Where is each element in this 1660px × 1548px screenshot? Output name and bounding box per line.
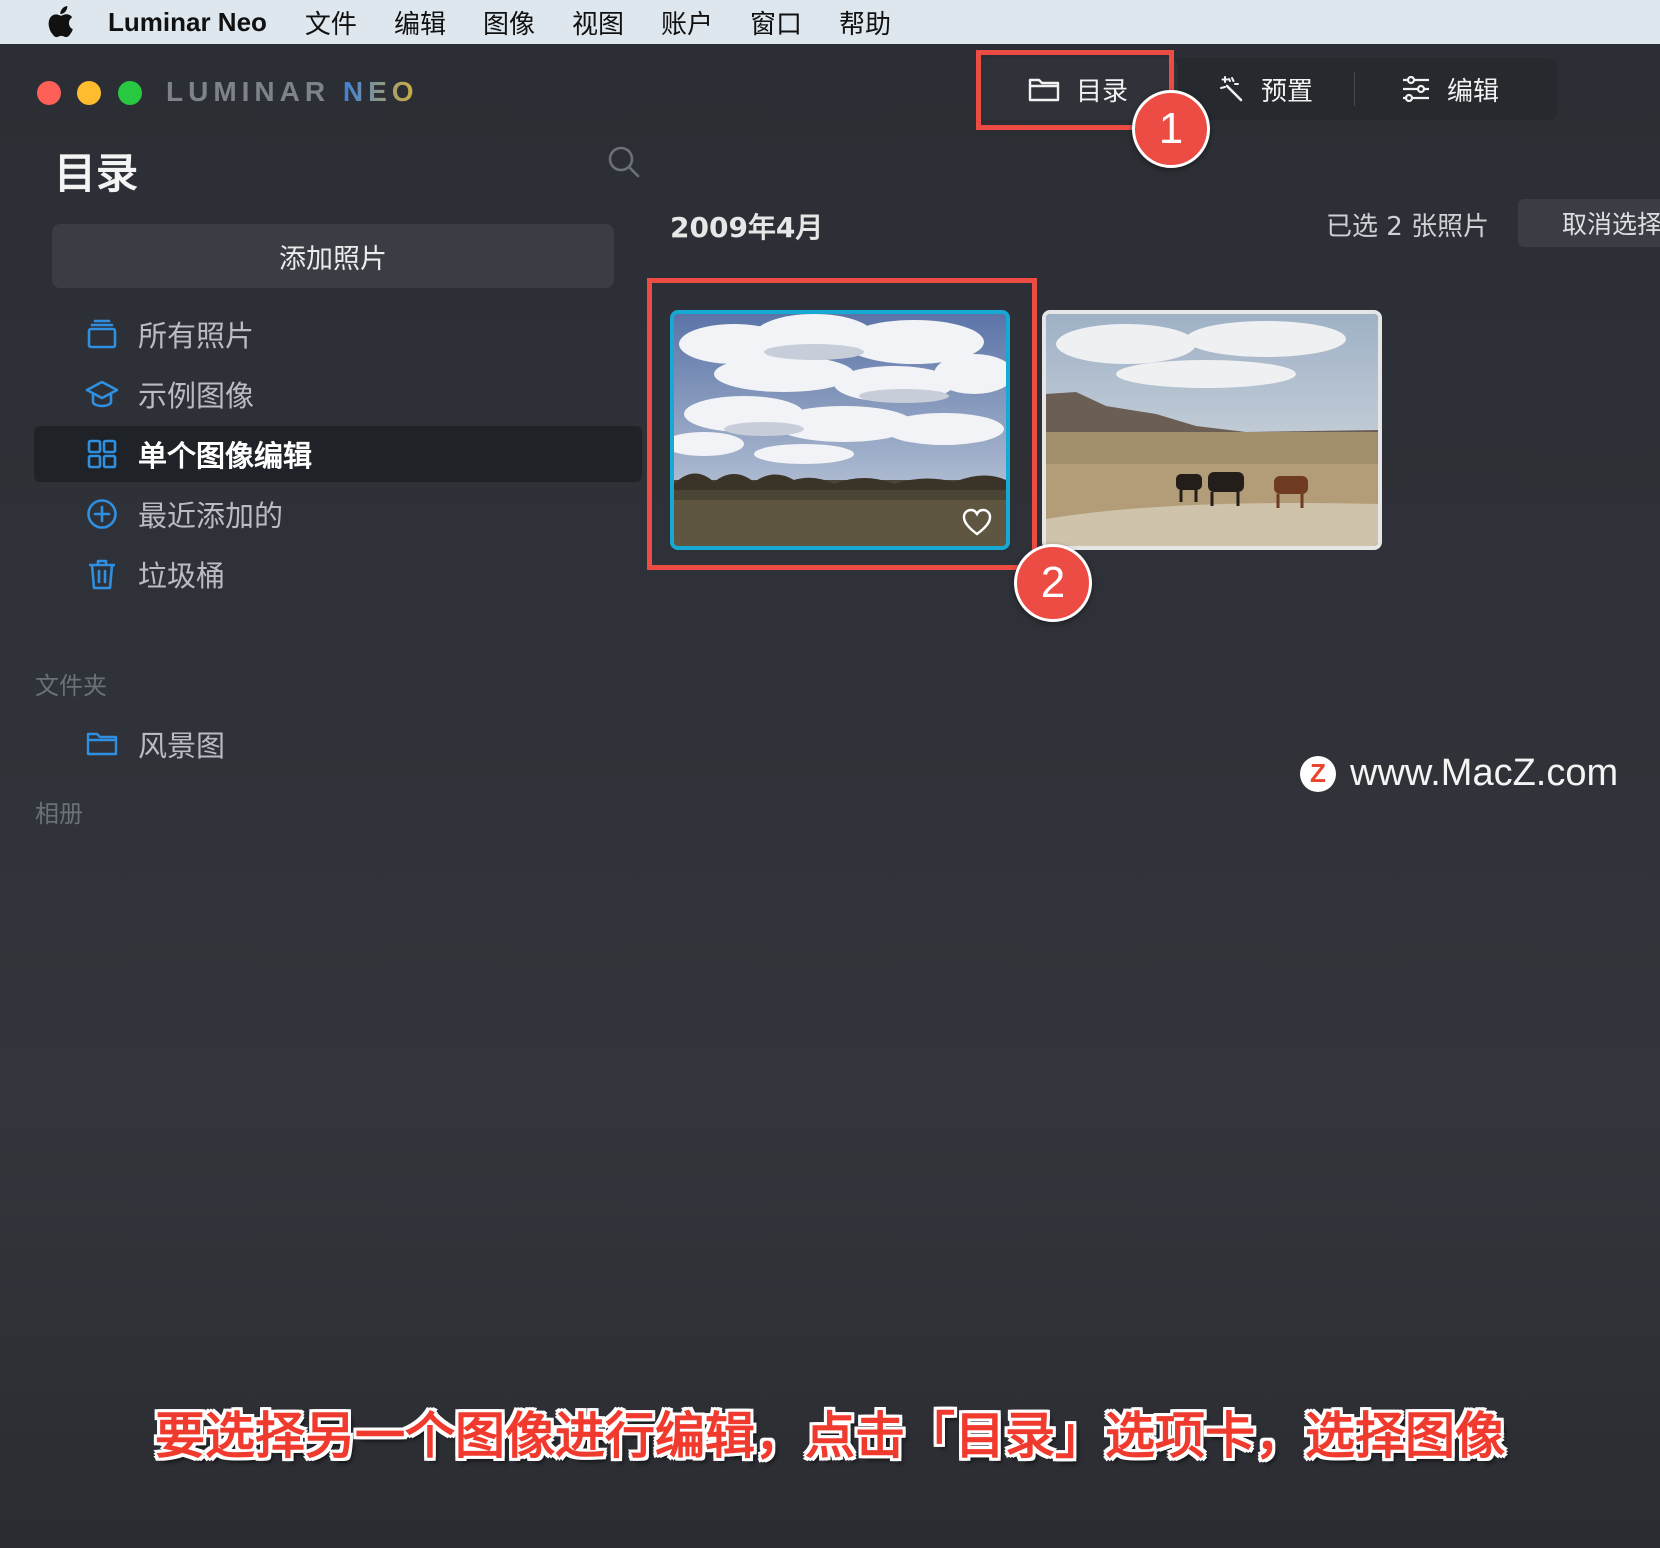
- sidebar-item-label: 最近添加的: [138, 499, 284, 533]
- logo-luminar-text: LUMINAR: [166, 76, 331, 107]
- sidebar-item-label: 示例图像: [138, 379, 255, 413]
- grid-icon: [82, 434, 122, 474]
- selection-count: 已选 2 张照片: [1326, 212, 1490, 242]
- annotation-highlight-photo: [647, 278, 1037, 570]
- photos-stack-icon: [82, 314, 122, 354]
- graduation-cap-icon: [82, 374, 122, 414]
- watermark-text: www.MacZ.com: [1350, 752, 1619, 794]
- tab-presets-label: 预置: [1260, 76, 1313, 107]
- tab-edit[interactable]: 编辑: [1355, 58, 1545, 120]
- menu-edit[interactable]: 编辑: [394, 4, 446, 41]
- sidebar-title: 目录: [54, 149, 139, 198]
- date-group-heading: 2009年4月: [670, 211, 824, 244]
- deselect-button[interactable]: 取消选择: [1518, 199, 1660, 247]
- apple-menu-icon[interactable]: [40, 5, 80, 39]
- menu-account[interactable]: 账户: [661, 4, 713, 41]
- menu-help[interactable]: 帮助: [839, 4, 891, 41]
- sidebar-item-trash[interactable]: 垃圾桶: [34, 546, 642, 602]
- watermark: Z www.MacZ.com: [1300, 752, 1618, 795]
- sliders-icon: [1401, 76, 1431, 102]
- window-minimize-button[interactable]: [77, 81, 101, 105]
- sidebar-item-label: 所有照片: [138, 319, 255, 353]
- app-logo: LUMINAR NEO: [166, 76, 419, 108]
- logo-neo-text: NEO: [342, 76, 419, 107]
- folders-heading: 文件夹: [35, 672, 107, 700]
- window-zoom-button[interactable]: [118, 81, 142, 105]
- desert-cows-photo: [1046, 314, 1378, 546]
- menu-view[interactable]: 视图: [572, 4, 624, 41]
- menu-image[interactable]: 图像: [483, 4, 535, 41]
- search-button[interactable]: [606, 144, 642, 180]
- menu-file[interactable]: 文件: [305, 4, 357, 41]
- window-close-button[interactable]: [37, 81, 61, 105]
- sidebar-item-all-photos[interactable]: 所有照片: [34, 306, 642, 362]
- search-icon: [608, 146, 640, 178]
- sidebar-item-label: 垃圾桶: [138, 559, 226, 593]
- app-name-menu[interactable]: Luminar Neo: [108, 7, 267, 38]
- macos-menu-bar: Luminar Neo 文件 编辑 图像 视图 账户 窗口 帮助: [0, 0, 1660, 44]
- menu-window[interactable]: 窗口: [750, 4, 802, 41]
- folder-icon: [82, 724, 122, 764]
- plus-circle-icon: [82, 494, 122, 534]
- trash-icon: [82, 554, 122, 594]
- annotation-step-badge-1: 1: [1132, 90, 1210, 168]
- magic-wand-icon: [1219, 76, 1245, 102]
- macz-logo-icon: Z: [1300, 755, 1336, 792]
- photo-thumbnail-cows[interactable]: [1042, 310, 1382, 550]
- sidebar-item-sample-images[interactable]: 示例图像: [34, 366, 642, 422]
- sidebar-item-label: 单个图像编辑: [138, 439, 313, 473]
- annotation-step-badge-2: 2: [1014, 544, 1092, 622]
- albums-heading: 相册: [35, 800, 83, 828]
- tutorial-caption: 要选择另一个图像进行编辑，点击「目录」选项卡，选择图像: [155, 1407, 1505, 1465]
- app-window: LUMINAR NEO 目录 预置 编辑 目录 添加照片 所有照片 示例图像 单…: [0, 44, 1660, 1548]
- sidebar-item-recently-added[interactable]: 最近添加的: [34, 486, 642, 542]
- sidebar-item-label: 风景图: [138, 729, 226, 763]
- add-photos-button[interactable]: 添加照片: [52, 224, 614, 288]
- tab-edit-label: 编辑: [1446, 76, 1499, 107]
- sidebar-item-folder-landscapes[interactable]: 风景图: [34, 716, 642, 772]
- sidebar-item-single-image-edits[interactable]: 单个图像编辑: [34, 426, 642, 482]
